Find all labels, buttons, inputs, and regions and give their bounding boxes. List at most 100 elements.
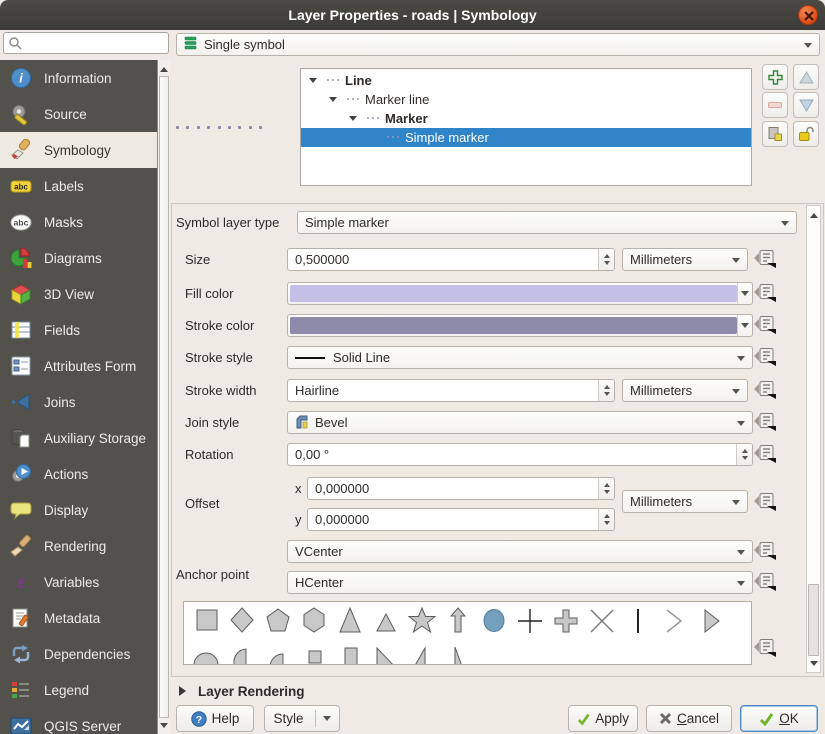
data-defined-override-button[interactable] [754, 541, 782, 563]
layer-rendering-group[interactable]: Layer Rendering [179, 682, 305, 700]
scroll-up-arrow[interactable] [807, 206, 820, 220]
shape-arrow[interactable] [440, 605, 476, 637]
sidebar-item-legend[interactable]: Legend [0, 672, 157, 708]
shape-semi-circle[interactable] [188, 642, 224, 665]
shape-triangle[interactable] [332, 605, 368, 637]
expand-collapse-icon[interactable] [309, 78, 317, 87]
anchor-horizontal-combobox[interactable]: HCenter [287, 571, 753, 594]
data-defined-override-button[interactable] [754, 283, 782, 305]
shape-half-square[interactable] [332, 642, 368, 665]
params-scrollbar[interactable] [806, 205, 821, 673]
offset-y-spinner[interactable] [598, 509, 614, 530]
ok-button[interactable]: OK [740, 705, 818, 732]
offset-unit-combobox[interactable]: Millimeters [622, 490, 748, 513]
fill-color-button[interactable] [287, 282, 753, 305]
shape-right-half-triangle[interactable] [440, 642, 476, 665]
shape-hexagon[interactable] [296, 605, 332, 637]
shape-pentagon[interactable] [260, 605, 296, 637]
shape-equilateral-triangle[interactable] [368, 605, 404, 637]
sidebar-item-masks[interactable]: abcMasks [0, 204, 157, 240]
scroll-down-arrow[interactable] [807, 658, 820, 672]
fill-color-dropdown[interactable] [737, 283, 752, 304]
search-box[interactable] [3, 32, 169, 54]
sidebar-item-variables[interactable]: εVariables [0, 564, 157, 600]
stroke-color-dropdown[interactable] [737, 315, 752, 336]
sidebar-item-information[interactable]: iInformation [0, 60, 157, 96]
expand-collapse-icon[interactable] [349, 116, 357, 125]
sidebar-item-labels[interactable]: abcLabels [0, 168, 157, 204]
size-unit-combobox[interactable]: Millimeters [622, 248, 748, 271]
data-defined-override-button[interactable] [754, 492, 782, 514]
cancel-button[interactable]: Cancel [646, 705, 732, 732]
shape-circle-selected[interactable] [476, 605, 512, 637]
sidebar-item-dependencies[interactable]: Dependencies [0, 636, 157, 672]
renderer-combobox[interactable]: Single symbol [176, 33, 820, 56]
stroke-width-unit-combobox[interactable]: Millimeters [622, 379, 748, 402]
anchor-vertical-combobox[interactable]: VCenter [287, 540, 753, 563]
remove-symbol-layer-button[interactable] [762, 92, 788, 118]
move-down-button[interactable] [793, 92, 819, 118]
offset-x-spinner[interactable] [598, 478, 614, 499]
symbol-tree-node-marker-line[interactable]: Marker line [301, 90, 751, 109]
shape-line[interactable] [620, 605, 656, 637]
help-button[interactable]: ? Help [176, 705, 254, 732]
data-defined-override-button[interactable] [754, 638, 782, 660]
sidebar-item-qgis-server[interactable]: QGIS Server [0, 708, 157, 734]
sidebar-item-3d-view[interactable]: 3D View [0, 276, 157, 312]
sidebar-item-metadata[interactable]: Metadata [0, 600, 157, 636]
shape-quarter-square[interactable] [296, 642, 332, 665]
sidebar-item-symbology[interactable]: Symbology [0, 132, 157, 168]
symbol-tree-node-line[interactable]: Line [301, 71, 751, 90]
shape-third-circle[interactable] [224, 642, 260, 665]
symbol-layer-type-combobox[interactable]: Simple marker [297, 211, 797, 234]
shape-left-half-triangle[interactable] [404, 642, 440, 665]
rotation-input[interactable]: 0,00 ° [287, 443, 753, 466]
shape-square[interactable] [188, 605, 224, 637]
expand-collapse-icon[interactable] [329, 97, 337, 106]
close-button[interactable] [798, 5, 818, 25]
shape-cross-fill[interactable] [548, 605, 584, 637]
size-input[interactable]: 0,500000 [287, 248, 615, 271]
sidebar-item-display[interactable]: Display [0, 492, 157, 528]
symbol-tree-node-simple-marker[interactable]: Simple marker [301, 128, 751, 147]
sidebar-item-joins[interactable]: Joins [0, 384, 157, 420]
search-input[interactable] [26, 34, 168, 54]
scroll-down-arrow[interactable] [158, 720, 170, 734]
data-defined-override-button[interactable] [754, 347, 782, 369]
shape-cross[interactable] [512, 605, 548, 637]
join-style-combobox[interactable]: Bevel [287, 411, 753, 434]
move-up-button[interactable] [793, 64, 819, 90]
data-defined-override-button[interactable] [754, 380, 782, 402]
duplicate-symbol-layer-button[interactable] [762, 121, 788, 147]
add-symbol-layer-button[interactable] [762, 64, 788, 90]
symbol-tree-node-marker[interactable]: Marker [301, 109, 751, 128]
data-defined-override-button[interactable] [754, 444, 782, 466]
data-defined-override-button[interactable] [754, 249, 782, 271]
stroke-width-input[interactable]: Hairline [287, 379, 615, 402]
sidebar-item-auxiliary-storage[interactable]: Auxiliary Storage [0, 420, 157, 456]
lock-color-button[interactable] [793, 121, 819, 147]
sidebar-item-fields[interactable]: Fields [0, 312, 157, 348]
shape-quarter-circle[interactable] [260, 642, 296, 665]
rotation-spinner[interactable] [736, 444, 752, 465]
offset-x-input[interactable]: 0,000000 [307, 477, 615, 500]
sidebar-item-diagrams[interactable]: Diagrams [0, 240, 157, 276]
data-defined-override-button[interactable] [754, 572, 782, 594]
shape-cross2[interactable] [584, 605, 620, 637]
apply-button[interactable]: Apply [568, 705, 638, 732]
size-spinner[interactable] [598, 249, 614, 270]
shape-diagonal-half-square[interactable] [368, 642, 404, 665]
data-defined-override-button[interactable] [754, 315, 782, 337]
sidebar-item-source[interactable]: Source [0, 96, 157, 132]
shape-arrowhead[interactable] [656, 605, 692, 637]
sidebar-item-actions[interactable]: Actions [0, 456, 157, 492]
scroll-up-arrow[interactable] [158, 60, 170, 74]
stroke-style-combobox[interactable]: Solid Line [287, 346, 753, 369]
style-button[interactable]: Style [264, 705, 340, 732]
params-scrollbar-thumb[interactable] [808, 584, 819, 656]
offset-y-input[interactable]: 0,000000 [307, 508, 615, 531]
shape-star[interactable] [404, 605, 440, 637]
sidebar-item-attributes-form[interactable]: Attributes Form [0, 348, 157, 384]
sidebar-scrollbar-thumb[interactable] [159, 76, 169, 718]
sidebar-scrollbar[interactable] [157, 60, 170, 734]
